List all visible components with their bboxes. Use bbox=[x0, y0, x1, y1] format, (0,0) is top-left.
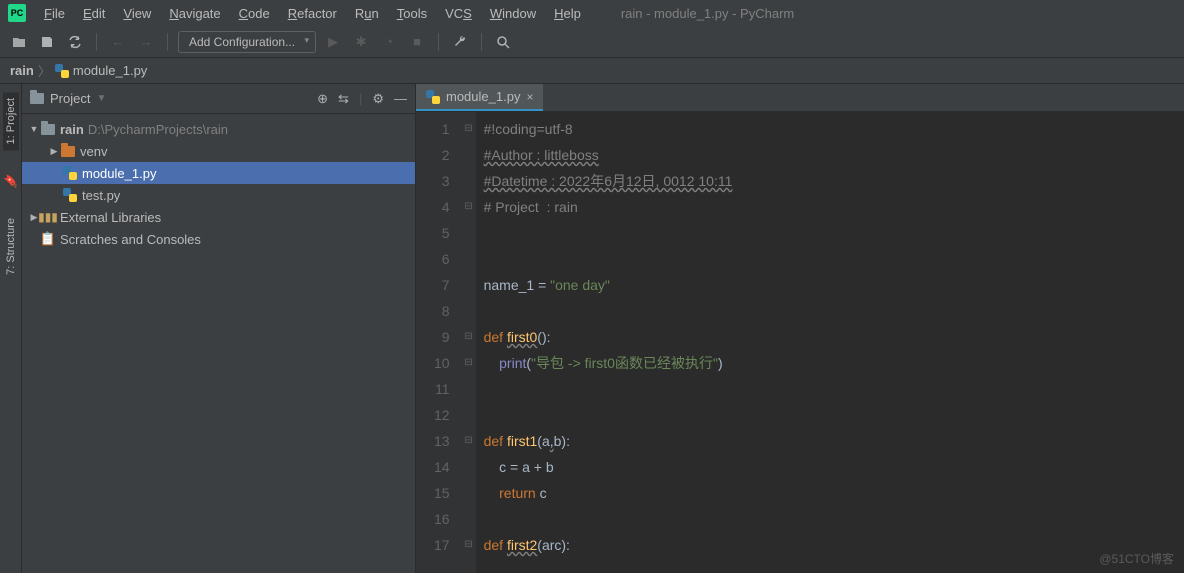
tree-root[interactable]: ▼ rain D:\PycharmProjects\rain bbox=[22, 118, 415, 140]
scratch-icon: 📋 bbox=[40, 231, 56, 247]
window-title: rain - module_1.py - PyCharm bbox=[621, 6, 794, 21]
pycharm-logo-icon: PC bbox=[8, 4, 26, 22]
menu-tools[interactable]: Tools bbox=[389, 4, 435, 23]
menu-refactor[interactable]: Refactor bbox=[280, 4, 345, 23]
back-icon[interactable]: ← bbox=[107, 31, 129, 53]
menu-window[interactable]: Window bbox=[482, 4, 544, 23]
menu-help[interactable]: Help bbox=[546, 4, 589, 23]
forward-icon[interactable]: → bbox=[135, 31, 157, 53]
locate-icon[interactable]: ⊕ bbox=[317, 91, 328, 107]
menu-file[interactable]: File bbox=[36, 4, 73, 23]
breadcrumb-project[interactable]: rain bbox=[10, 63, 34, 78]
fold-gutter[interactable]: ⊟⊟⊟⊟⊟⊟ bbox=[462, 112, 476, 573]
collapse-icon[interactable]: ⇆ bbox=[338, 91, 349, 107]
project-panel: Project ▼ ⊕ ⇆ | ⚙ — ▼ rain D:\PycharmPro… bbox=[22, 84, 416, 573]
menu-navigate[interactable]: Navigate bbox=[161, 4, 228, 23]
hide-icon[interactable]: — bbox=[394, 91, 407, 107]
code-editor[interactable]: 1234567891011121314151617 ⊟⊟⊟⊟⊟⊟ #!codin… bbox=[416, 112, 1184, 573]
chevron-right-icon: 〉 bbox=[38, 61, 51, 80]
menu-run[interactable]: Run bbox=[347, 4, 387, 23]
breadcrumb-file[interactable]: module_1.py bbox=[55, 63, 147, 78]
python-file-icon bbox=[63, 188, 77, 202]
save-icon[interactable] bbox=[36, 31, 58, 53]
tree-external-libraries[interactable]: ▶ ▮▮▮ External Libraries bbox=[22, 206, 415, 228]
library-icon: ▮▮▮ bbox=[40, 209, 56, 225]
run-icon[interactable]: ▶ bbox=[322, 31, 344, 53]
tab-module1[interactable]: module_1.py × bbox=[416, 84, 543, 111]
stop-icon[interactable]: ■ bbox=[406, 31, 428, 53]
editor-area: module_1.py × 1234567891011121314151617 … bbox=[416, 84, 1184, 573]
menu-code[interactable]: Code bbox=[231, 4, 278, 23]
search-icon[interactable] bbox=[492, 31, 514, 53]
sync-icon[interactable] bbox=[64, 31, 86, 53]
close-icon[interactable]: × bbox=[526, 90, 533, 104]
wrench-icon[interactable] bbox=[449, 31, 471, 53]
menu-bar: PC File Edit View Navigate Code Refactor… bbox=[0, 0, 1184, 26]
open-icon[interactable] bbox=[8, 31, 30, 53]
tab-project[interactable]: 1: Project bbox=[3, 92, 19, 150]
tree-module1[interactable]: module_1.py bbox=[22, 162, 415, 184]
folder-icon bbox=[30, 93, 44, 104]
menu-edit[interactable]: Edit bbox=[75, 4, 113, 23]
add-configuration-button[interactable]: Add Configuration... bbox=[178, 31, 316, 53]
folder-icon bbox=[41, 124, 55, 135]
bookmark-icon[interactable]: 🔖 bbox=[3, 174, 18, 188]
left-tool-tabs: 1: Project 🔖 7: Structure bbox=[0, 84, 22, 573]
project-panel-title[interactable]: Project ▼ bbox=[30, 91, 317, 106]
python-file-icon bbox=[63, 166, 77, 180]
gear-icon[interactable]: ⚙ bbox=[372, 91, 384, 107]
python-file-icon bbox=[426, 90, 440, 104]
python-file-icon bbox=[55, 64, 69, 78]
menu-vcs[interactable]: VCS bbox=[437, 4, 480, 23]
editor-tabs: module_1.py × bbox=[416, 84, 1184, 112]
tab-structure[interactable]: 7: Structure bbox=[3, 212, 19, 281]
toolbar: ← → Add Configuration... ▶ ✱ ◔ ■ bbox=[0, 26, 1184, 58]
tree-test[interactable]: test.py bbox=[22, 184, 415, 206]
coverage-icon[interactable]: ◔ bbox=[378, 31, 400, 53]
tree-venv[interactable]: ▶ venv bbox=[22, 140, 415, 162]
debug-icon[interactable]: ✱ bbox=[350, 31, 372, 53]
tree-scratches[interactable]: 📋 Scratches and Consoles bbox=[22, 228, 415, 250]
code-content[interactable]: #!coding=utf-8 #Author : littleboss #Dat… bbox=[476, 112, 1184, 573]
folder-icon bbox=[61, 146, 75, 157]
watermark: @51CTO博客 bbox=[1099, 550, 1174, 567]
line-numbers: 1234567891011121314151617 bbox=[416, 112, 462, 573]
menu-view[interactable]: View bbox=[115, 4, 159, 23]
breadcrumb: rain 〉 module_1.py bbox=[0, 58, 1184, 84]
project-tree[interactable]: ▼ rain D:\PycharmProjects\rain ▶ venv mo… bbox=[22, 114, 415, 573]
